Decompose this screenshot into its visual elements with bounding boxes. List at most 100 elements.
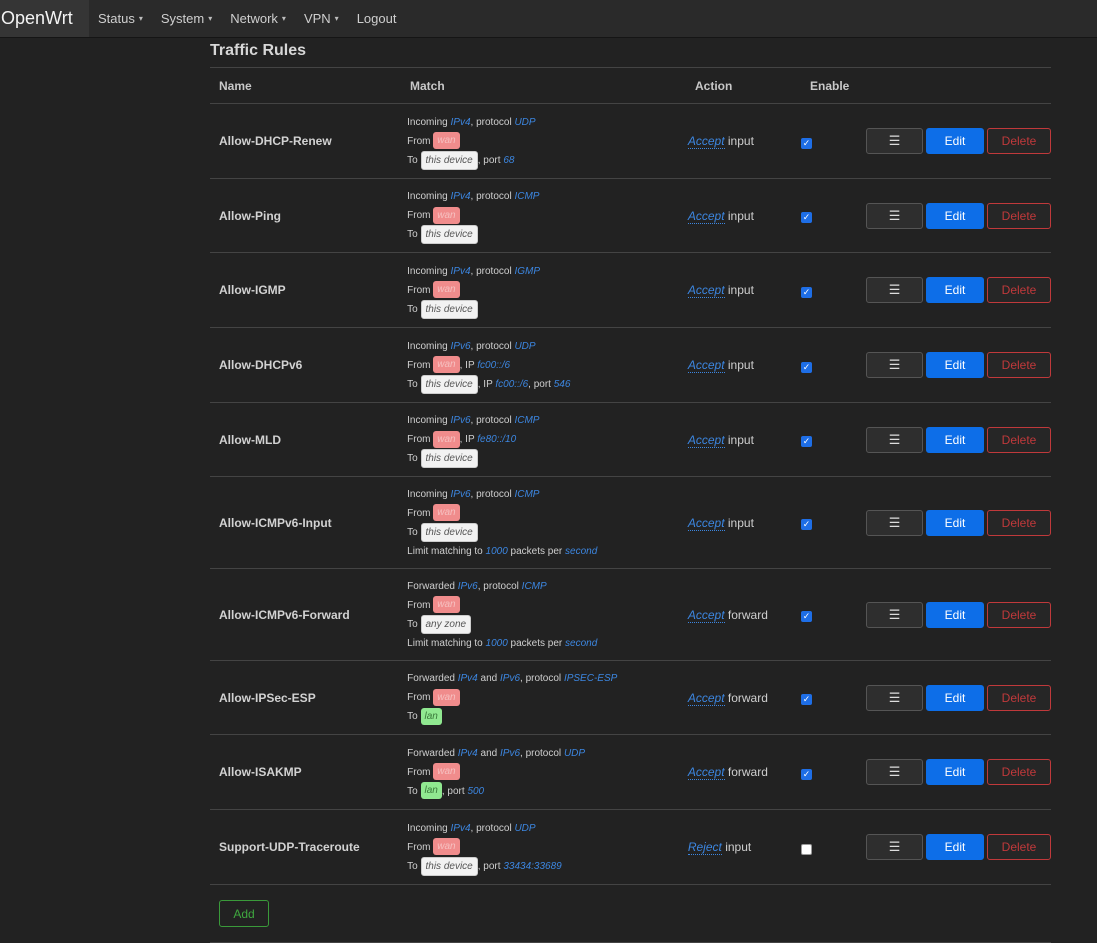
match-text: Limit matching to [407, 637, 486, 649]
nav-item-label: Status [98, 11, 135, 26]
drag-menu-button[interactable]: ☰ [866, 759, 924, 785]
enable-checkbox[interactable] [801, 519, 813, 530]
match-line: Incoming IPv6, protocol ICMP [407, 485, 679, 504]
match-line: Incoming IPv6, protocol ICMP [407, 411, 679, 430]
nav-item-status[interactable]: Status ▾ [89, 0, 152, 37]
edit-button[interactable]: Edit [926, 834, 985, 860]
add-rule-button[interactable]: Add [219, 900, 269, 927]
edit-button[interactable]: Edit [926, 684, 985, 711]
rule-enable-cell [801, 432, 866, 447]
delete-button[interactable]: Delete [987, 352, 1052, 378]
enable-checkbox[interactable] [801, 286, 813, 298]
match-text: Incoming [407, 116, 451, 128]
match-text: Forwarded [407, 673, 458, 684]
edit-button[interactable]: Edit [926, 601, 985, 628]
match-value: UDP [563, 747, 586, 759]
delete-button[interactable]: Delete [987, 277, 1052, 303]
nav-item-logout[interactable]: Logout [348, 0, 406, 37]
edit-button[interactable]: Edit [926, 759, 985, 785]
enable-checkbox[interactable] [801, 436, 813, 447]
delete-button[interactable]: Delete [987, 601, 1052, 628]
edit-button[interactable]: Edit [926, 426, 985, 453]
drag-menu-button[interactable]: ☰ [866, 601, 924, 628]
table-row: Allow-ISAKMP Forwarded IPv4 and IPv6, pro… [210, 735, 1052, 810]
match-line: From wan [407, 688, 679, 707]
edit-button[interactable]: Edit [926, 352, 985, 378]
match-text: , protocol [470, 265, 515, 277]
action-verdict: Accept [687, 607, 725, 623]
delete-button[interactable]: Delete [987, 509, 1052, 536]
match-text: , IP [459, 359, 478, 371]
caret-down-icon: ▾ [208, 14, 213, 23]
edit-button[interactable]: Edit [926, 277, 985, 303]
match-text: From [407, 599, 434, 611]
match-value: fc00::/6 [495, 378, 529, 390]
match-value: IPv6 [450, 415, 471, 426]
delete-button[interactable]: Delete [987, 834, 1052, 860]
rule-action: Accept input [679, 134, 801, 149]
drag-menu-button[interactable]: ☰ [866, 128, 924, 154]
match-line: Incoming IPv6, protocol UDP [407, 337, 679, 356]
caret-down-icon: ▾ [281, 14, 286, 23]
delete-button[interactable]: Delete [987, 684, 1052, 711]
brand-logo[interactable]: OpenWrt [0, 0, 89, 37]
drag-menu-button[interactable]: ☰ [866, 277, 924, 303]
delete-button[interactable]: Delete [987, 128, 1052, 154]
enable-checkbox[interactable] [801, 611, 813, 622]
match-line: From wan [407, 596, 679, 615]
rule-name: Allow-MLD [219, 432, 281, 447]
rule-match: Incoming IPv6, protocol UDP From wan, IP … [398, 337, 679, 394]
nav-item-network[interactable]: Network ▾ [221, 0, 295, 37]
drag-menu-button[interactable]: ☰ [866, 202, 924, 229]
rule-name: Allow-DHCP-Renew [219, 134, 332, 148]
match-value: ICMP [521, 580, 547, 592]
edit-button[interactable]: Edit [926, 509, 985, 536]
drag-menu-button[interactable]: ☰ [866, 509, 924, 536]
drag-menu-button[interactable]: ☰ [866, 352, 924, 378]
action-target: input [727, 208, 754, 223]
match-value: IPv6 [450, 488, 471, 500]
match-text: From [407, 359, 434, 371]
edit-button[interactable]: Edit [926, 128, 985, 154]
delete-button[interactable]: Delete [987, 202, 1052, 229]
enable-checkbox[interactable] [801, 137, 813, 149]
table-header: Name Match Action Enable [210, 68, 1051, 104]
match-line: To this device [407, 522, 679, 542]
enable-checkbox[interactable] [801, 694, 813, 705]
edit-button[interactable]: Edit [926, 202, 985, 229]
action-verdict: Accept [687, 432, 725, 448]
rule-enable-cell [801, 515, 866, 530]
match-line: Forwarded IPv4 and IPv6, protocol UDP [407, 744, 679, 763]
match-value: second [565, 637, 598, 649]
nav-item-label: Network [230, 11, 278, 26]
nav-item-system[interactable]: System ▾ [152, 0, 221, 37]
main-content: Traffic Rules Name Match Action Enable A… [210, 37, 1052, 943]
match-text: , protocol [470, 488, 515, 500]
rule-enable-cell [801, 208, 866, 223]
nav-item-vpn[interactable]: VPN ▾ [295, 0, 348, 37]
enable-checkbox[interactable] [801, 843, 813, 855]
drag-menu-button[interactable]: ☰ [866, 684, 924, 711]
delete-button[interactable]: Delete [987, 426, 1052, 453]
delete-button[interactable]: Delete [987, 759, 1052, 785]
match-value: IPv4 [450, 191, 471, 202]
action-target: input [727, 515, 754, 530]
drag-menu-button[interactable]: ☰ [866, 834, 924, 860]
enable-checkbox[interactable] [801, 361, 813, 373]
rule-action: Accept forward [679, 765, 801, 780]
match-text: , protocol [470, 116, 515, 128]
zone-badge: this device [420, 374, 478, 394]
rule-match: Incoming IPv4, protocol IGMP From wan To t… [398, 262, 679, 319]
zone-badge: wan [433, 132, 460, 150]
match-line: To this device, port 68 [407, 150, 679, 170]
enable-checkbox[interactable] [801, 768, 813, 780]
rule-action: Reject input [679, 840, 801, 855]
action-target: forward [727, 690, 768, 705]
action-target: input [725, 840, 752, 854]
row-actions: ☰ Edit Delete [866, 277, 1052, 303]
drag-menu-button[interactable]: ☰ [866, 426, 924, 453]
rule-name: Allow-IGMP [219, 283, 286, 297]
match-line: From wan [407, 206, 679, 225]
rule-name: Allow-ICMPv6-Input [219, 515, 332, 530]
enable-checkbox[interactable] [801, 212, 813, 223]
